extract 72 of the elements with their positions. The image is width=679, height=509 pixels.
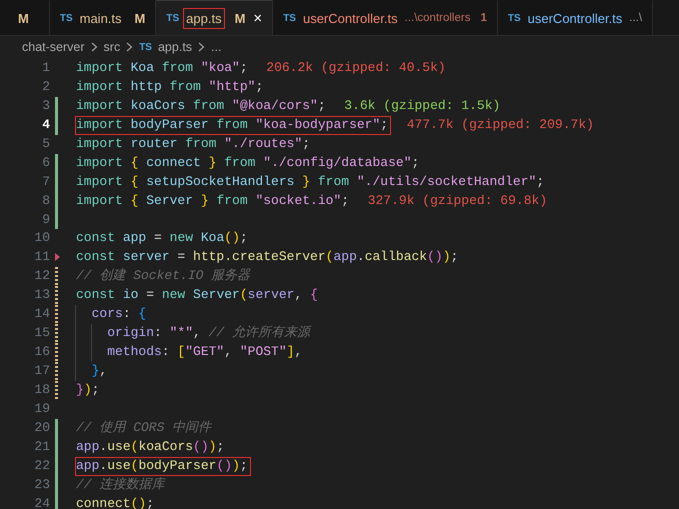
tab-label: userController.ts [302, 10, 399, 28]
breadcrumb-item[interactable]: app.ts [158, 40, 192, 54]
chevron-icon [126, 42, 134, 52]
code-line: // 创建 Socket.IO 服务器 [75, 267, 252, 286]
code-line: import http from "http"; [75, 78, 264, 96]
line-number: 24 [33, 494, 50, 509]
line-number: 8 [41, 192, 50, 210]
typescript-file-icon: TS [283, 12, 296, 24]
line-number: 6 [41, 154, 50, 172]
line-number: 14 [33, 305, 50, 324]
code-line: connect(); [75, 494, 156, 509]
line-number: 12 [33, 267, 50, 286]
code-line: }); [75, 380, 100, 399]
line-number: 18 [33, 380, 50, 399]
code-line: methods: ["GET", "POST"], [106, 343, 304, 362]
tab-status: M [234, 10, 246, 26]
line-number: 9 [41, 210, 50, 228]
import-size-hint: 3.6k (gzipped: 1.5k) [344, 98, 500, 115]
tab-label: main.ts [78, 10, 123, 28]
typescript-file-icon: TS [508, 12, 521, 24]
code-line: import router from "./routes"; [75, 134, 312, 153]
tab-status: M [18, 10, 29, 26]
typescript-file-icon: TS [166, 12, 180, 24]
breadcrumb-item[interactable]: src [104, 40, 120, 54]
code-line: const server = http.createServer(app.callback()); [75, 248, 460, 266]
code-line: const app = new Koa(); [75, 229, 249, 248]
chevron-icon [198, 42, 206, 52]
tab-label: userController.ts [526, 10, 624, 28]
tab-path: ...\controllers [404, 12, 470, 24]
import-size-hint: 327.9k (gzipped: 69.8k) [368, 192, 548, 210]
line-number: 15 [33, 324, 50, 342]
code-line: const io = new Server(server, { [75, 286, 319, 304]
line-number: 13 [33, 286, 50, 304]
code-line: app.use(koaCors()); [75, 438, 226, 456]
line-number: 23 [33, 476, 50, 494]
line-number: 3 [41, 96, 50, 115]
line-number: 1 [41, 59, 50, 77]
breadcrumb-item[interactable]: chat-server [22, 40, 85, 54]
code-line: import Koa from "koa"; [75, 59, 249, 77]
code-line: import koaCors from "@koa/cors"; [75, 96, 327, 115]
code-line: import { Server } from "socket.io"; [75, 192, 350, 210]
line-number: 17 [33, 362, 50, 380]
import-size-hint: 477.7k (gzipped: 209.7k) [406, 116, 594, 134]
line-number: 22 [33, 456, 50, 475]
line-number: 21 [33, 438, 50, 456]
chevron-icon [90, 42, 98, 52]
line-number: 20 [33, 418, 50, 437]
close-button[interactable]: × [253, 10, 262, 26]
line-number: 2 [41, 78, 50, 96]
import-size-hint: 206.2k (gzipped: 40.5k) [266, 60, 446, 77]
line-number: 16 [33, 343, 50, 362]
code-line: }, [90, 362, 108, 380]
tab-status: 1 [480, 12, 487, 24]
code-line: import { connect } from "./config/database"; [75, 154, 420, 172]
code-line: // 使用 CORS 中间件 [75, 418, 213, 437]
line-number: 10 [33, 229, 50, 248]
typescript-file-icon: TS [60, 12, 73, 24]
typescript-file-icon: TS [139, 42, 152, 52]
breadcrumb-item[interactable]: ... [211, 40, 222, 54]
line-number: 4 [41, 116, 50, 134]
line-number: 5 [41, 134, 50, 153]
line-number: 7 [41, 172, 50, 191]
code-line: origin: "*", // 允许所有来源 [106, 324, 313, 342]
code-line: // 连接数据库 [75, 476, 167, 494]
code-line: cors: { [90, 305, 148, 324]
editor-tab[interactable]: TS app.ts M × [156, 0, 274, 35]
tab-path: ...\ [629, 12, 642, 24]
line-number: 19 [33, 400, 50, 418]
line-number: 11 [33, 248, 50, 266]
tab-label: app.ts [183, 8, 225, 28]
code-line: import { setupSocketHandlers } from "./utils/socketHandler"; [75, 172, 546, 191]
tab-status: M [134, 10, 146, 26]
